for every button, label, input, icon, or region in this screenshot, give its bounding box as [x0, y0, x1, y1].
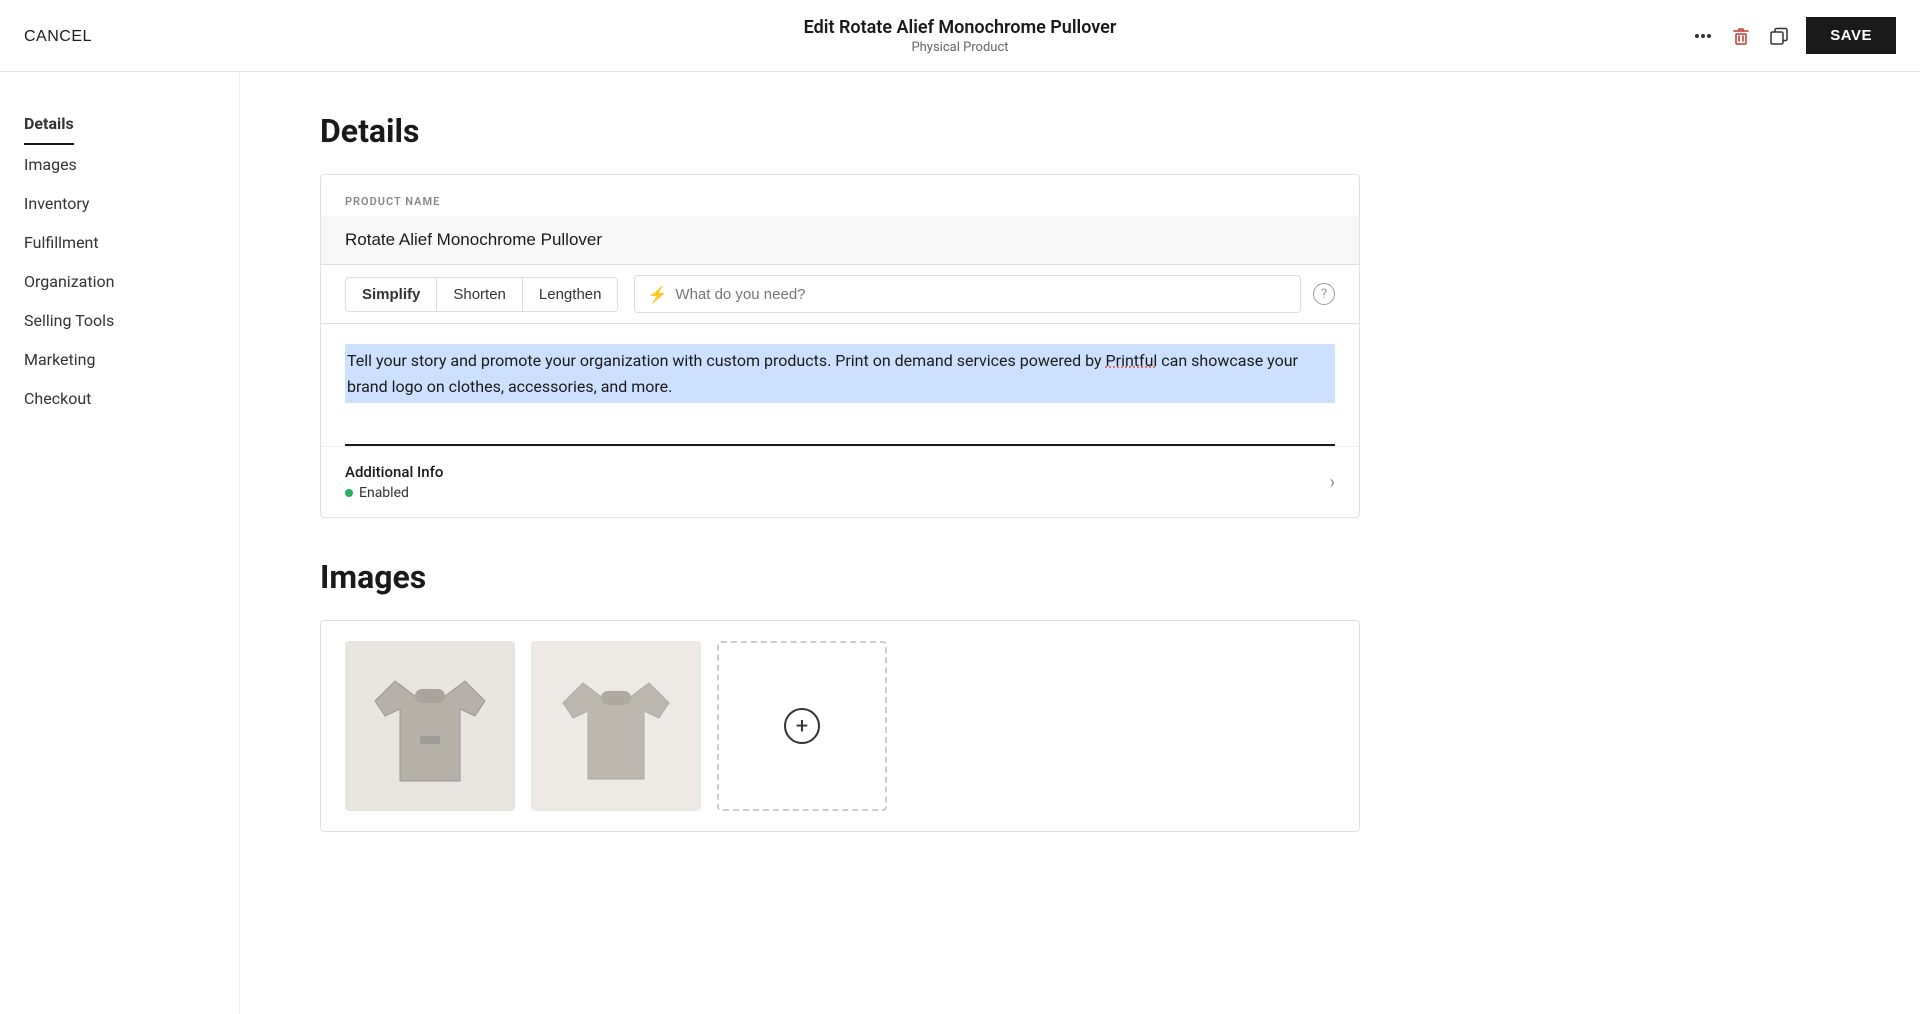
more-horizontal-icon: [1692, 25, 1714, 47]
add-circle-icon: +: [784, 708, 820, 744]
ai-search-input[interactable]: [675, 286, 1288, 303]
ai-search-field[interactable]: ⚡: [634, 275, 1301, 313]
details-card: PRODUCT NAME Simplify Shorten Lengthen ⚡…: [320, 174, 1360, 518]
enabled-label: Enabled: [359, 485, 409, 501]
sidebar-item-details[interactable]: Details: [24, 104, 74, 145]
duplicate-button[interactable]: [1768, 18, 1790, 54]
more-options-button[interactable]: [1692, 18, 1714, 54]
add-image-button[interactable]: +: [717, 641, 887, 811]
sidebar-item-marketing[interactable]: Marketing: [24, 340, 215, 379]
additional-info-status: Enabled: [345, 485, 443, 501]
chevron-right-icon: ›: [1330, 472, 1335, 493]
main-layout: Details Images Inventory Fulfillment Org…: [0, 72, 1920, 1014]
lengthen-tab[interactable]: Lengthen: [522, 277, 619, 312]
lightning-icon: ⚡: [647, 285, 667, 304]
product-image-1[interactable]: [345, 641, 515, 811]
sidebar-item-fulfillment[interactable]: Fulfillment: [24, 223, 215, 262]
topbar-center: Edit Rotate Alief Monochrome Pullover Ph…: [804, 17, 1117, 55]
description-area[interactable]: Tell your story and promote your organiz…: [321, 324, 1359, 444]
additional-info-content: Additional Info Enabled: [345, 463, 443, 501]
product-image-2-svg: [531, 641, 701, 811]
enabled-dot: [345, 489, 353, 497]
sidebar-item-inventory[interactable]: Inventory: [24, 184, 215, 223]
images-card: +: [320, 620, 1360, 832]
shorten-tab[interactable]: Shorten: [436, 277, 522, 312]
details-section-title: Details: [320, 112, 1360, 150]
sidebar-item-organization[interactable]: Organization: [24, 262, 215, 301]
printful-link: Printful: [1106, 351, 1158, 370]
help-icon[interactable]: ?: [1313, 283, 1335, 305]
topbar: CANCEL Edit Rotate Alief Monochrome Pull…: [0, 0, 1920, 72]
images-section: Images: [320, 558, 1360, 832]
duplicate-icon: [1768, 25, 1790, 47]
delete-button[interactable]: [1730, 18, 1752, 54]
page-subtitle: Physical Product: [804, 40, 1117, 55]
cancel-button[interactable]: CANCEL: [24, 28, 92, 46]
product-name-input[interactable]: [321, 216, 1359, 265]
images-grid: +: [345, 641, 1335, 811]
sidebar-item-checkout[interactable]: Checkout: [24, 379, 215, 418]
product-image-1-svg: [345, 641, 515, 811]
page-title: Edit Rotate Alief Monochrome Pullover: [804, 17, 1117, 38]
topbar-left: CANCEL: [24, 26, 224, 46]
ai-toolbar: Simplify Shorten Lengthen ⚡ ?: [321, 265, 1359, 324]
sidebar-item-selling-tools[interactable]: Selling Tools: [24, 301, 215, 340]
product-image-2[interactable]: [531, 641, 701, 811]
sidebar: Details Images Inventory Fulfillment Org…: [0, 72, 240, 1014]
additional-info-title: Additional Info: [345, 463, 443, 481]
additional-info-row[interactable]: Additional Info Enabled ›: [321, 446, 1359, 517]
product-name-label: PRODUCT NAME: [321, 175, 1359, 216]
images-section-title: Images: [320, 558, 1360, 596]
description-text: Tell your story and promote your organiz…: [345, 344, 1335, 403]
sidebar-item-images[interactable]: Images: [24, 145, 215, 184]
main-content: Details PRODUCT NAME Simplify Shorten Le…: [240, 72, 1440, 1014]
trash-icon: [1730, 25, 1752, 47]
save-button[interactable]: SAVE: [1806, 17, 1896, 54]
simplify-tab[interactable]: Simplify: [345, 277, 436, 312]
topbar-actions: SAVE: [1696, 17, 1896, 54]
